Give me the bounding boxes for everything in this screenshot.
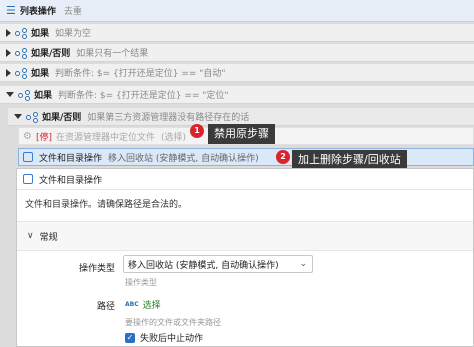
abc-icon: ABC	[125, 300, 139, 308]
step-text: 在资源管理器中定位文件	[56, 132, 156, 143]
collapse-icon[interactable]	[14, 114, 22, 119]
list-icon: ☰	[6, 4, 16, 17]
item-title: 如果/否则	[42, 113, 82, 123]
list-item[interactable]: 如果 判断条件: $= {打开还是定位} == "自动"	[0, 64, 474, 82]
list-item[interactable]: 如果 判断条件: $= {打开还是定位} == "定位"	[0, 86, 474, 104]
path-value: 选择	[142, 300, 161, 311]
expand-icon[interactable]	[6, 48, 11, 57]
disabled-tag: [停]	[35, 132, 52, 143]
item-title: 如果/否则	[31, 49, 71, 59]
item-subtitle: 如果为空	[55, 29, 92, 39]
item-subtitle: 判断条件: $= {打开还是定位} == "自动"	[55, 69, 226, 79]
panel-description: 文件和目录操作。请确保路径是合法的。	[25, 200, 188, 210]
chevron-down-icon[interactable]: ∨	[27, 231, 34, 241]
callout-2: 加上删除步骤/回收站	[292, 150, 407, 170]
step-subtitle: (选择)	[161, 132, 187, 143]
section-header[interactable]: ∨ 常规	[17, 221, 473, 251]
branch-icon	[26, 111, 38, 123]
path-field[interactable]: ABC 选择	[123, 295, 315, 313]
item-title: 如果	[31, 29, 50, 39]
item-subtitle: 判断条件: $= {打开还是定位} == "定位"	[58, 91, 229, 101]
list-item[interactable]: 如果/否则 如果只有一个结果	[0, 44, 474, 62]
branch-icon	[18, 89, 30, 101]
branch-icon	[15, 47, 27, 59]
callout-number-1: 1	[190, 124, 204, 138]
folder-icon	[23, 152, 33, 162]
op-type-select[interactable]: 移入回收站 (安静模式, 自动确认操作) ⌄	[123, 255, 313, 273]
panel-header: 文件和目录操作	[17, 169, 473, 190]
branch-icon	[15, 27, 27, 39]
folder-icon	[23, 174, 33, 184]
item-subtitle: 如果只有一个结果	[76, 49, 149, 59]
item-subtitle: 如果第三方资源管理器没有路径存在的话	[87, 113, 250, 123]
op-type-hint: 操作类型	[125, 278, 157, 287]
checkbox-label: 失败后中止动作	[140, 334, 204, 344]
path-label: 路径	[96, 302, 115, 312]
header-subtitle: 去重	[63, 7, 82, 17]
checkbox-row[interactable]: ✓ 失败后中止动作	[125, 331, 203, 344]
gear-icon: ⚙	[23, 130, 32, 142]
callout-1: 禁用原步骤	[208, 124, 275, 144]
op-type-value: 移入回收站 (安静模式, 自动确认操作)	[128, 260, 279, 271]
list-header: ☰ 列表操作 去重	[0, 0, 474, 22]
header-title: 列表操作	[19, 7, 56, 17]
checkbox[interactable]: ✓	[125, 332, 135, 343]
step-subtitle: 移入回收站 (安静模式, 自动确认操作)	[108, 153, 259, 164]
list-item[interactable]: 如果 如果为空	[0, 24, 474, 42]
chevron-down-icon[interactable]: ⌄	[299, 259, 307, 269]
branch-icon	[15, 67, 27, 79]
callout-number-2: 2	[276, 150, 290, 164]
expand-icon[interactable]	[6, 28, 11, 37]
collapse-icon[interactable]	[6, 92, 14, 97]
step-title: 文件和目录操作	[39, 153, 103, 164]
item-title: 如果	[34, 91, 53, 101]
path-hint: 要操作的文件或文件夹路径	[125, 318, 221, 327]
section-title: 常规	[39, 232, 58, 243]
expand-icon[interactable]	[6, 68, 11, 77]
item-title: 如果	[31, 69, 50, 79]
op-type-label: 操作类型	[78, 264, 115, 274]
panel-title: 文件和目录操作	[39, 175, 103, 186]
properties-panel: 文件和目录操作 文件和目录操作。请确保路径是合法的。 ∨ 常规 操作类型 移入回…	[16, 168, 474, 347]
